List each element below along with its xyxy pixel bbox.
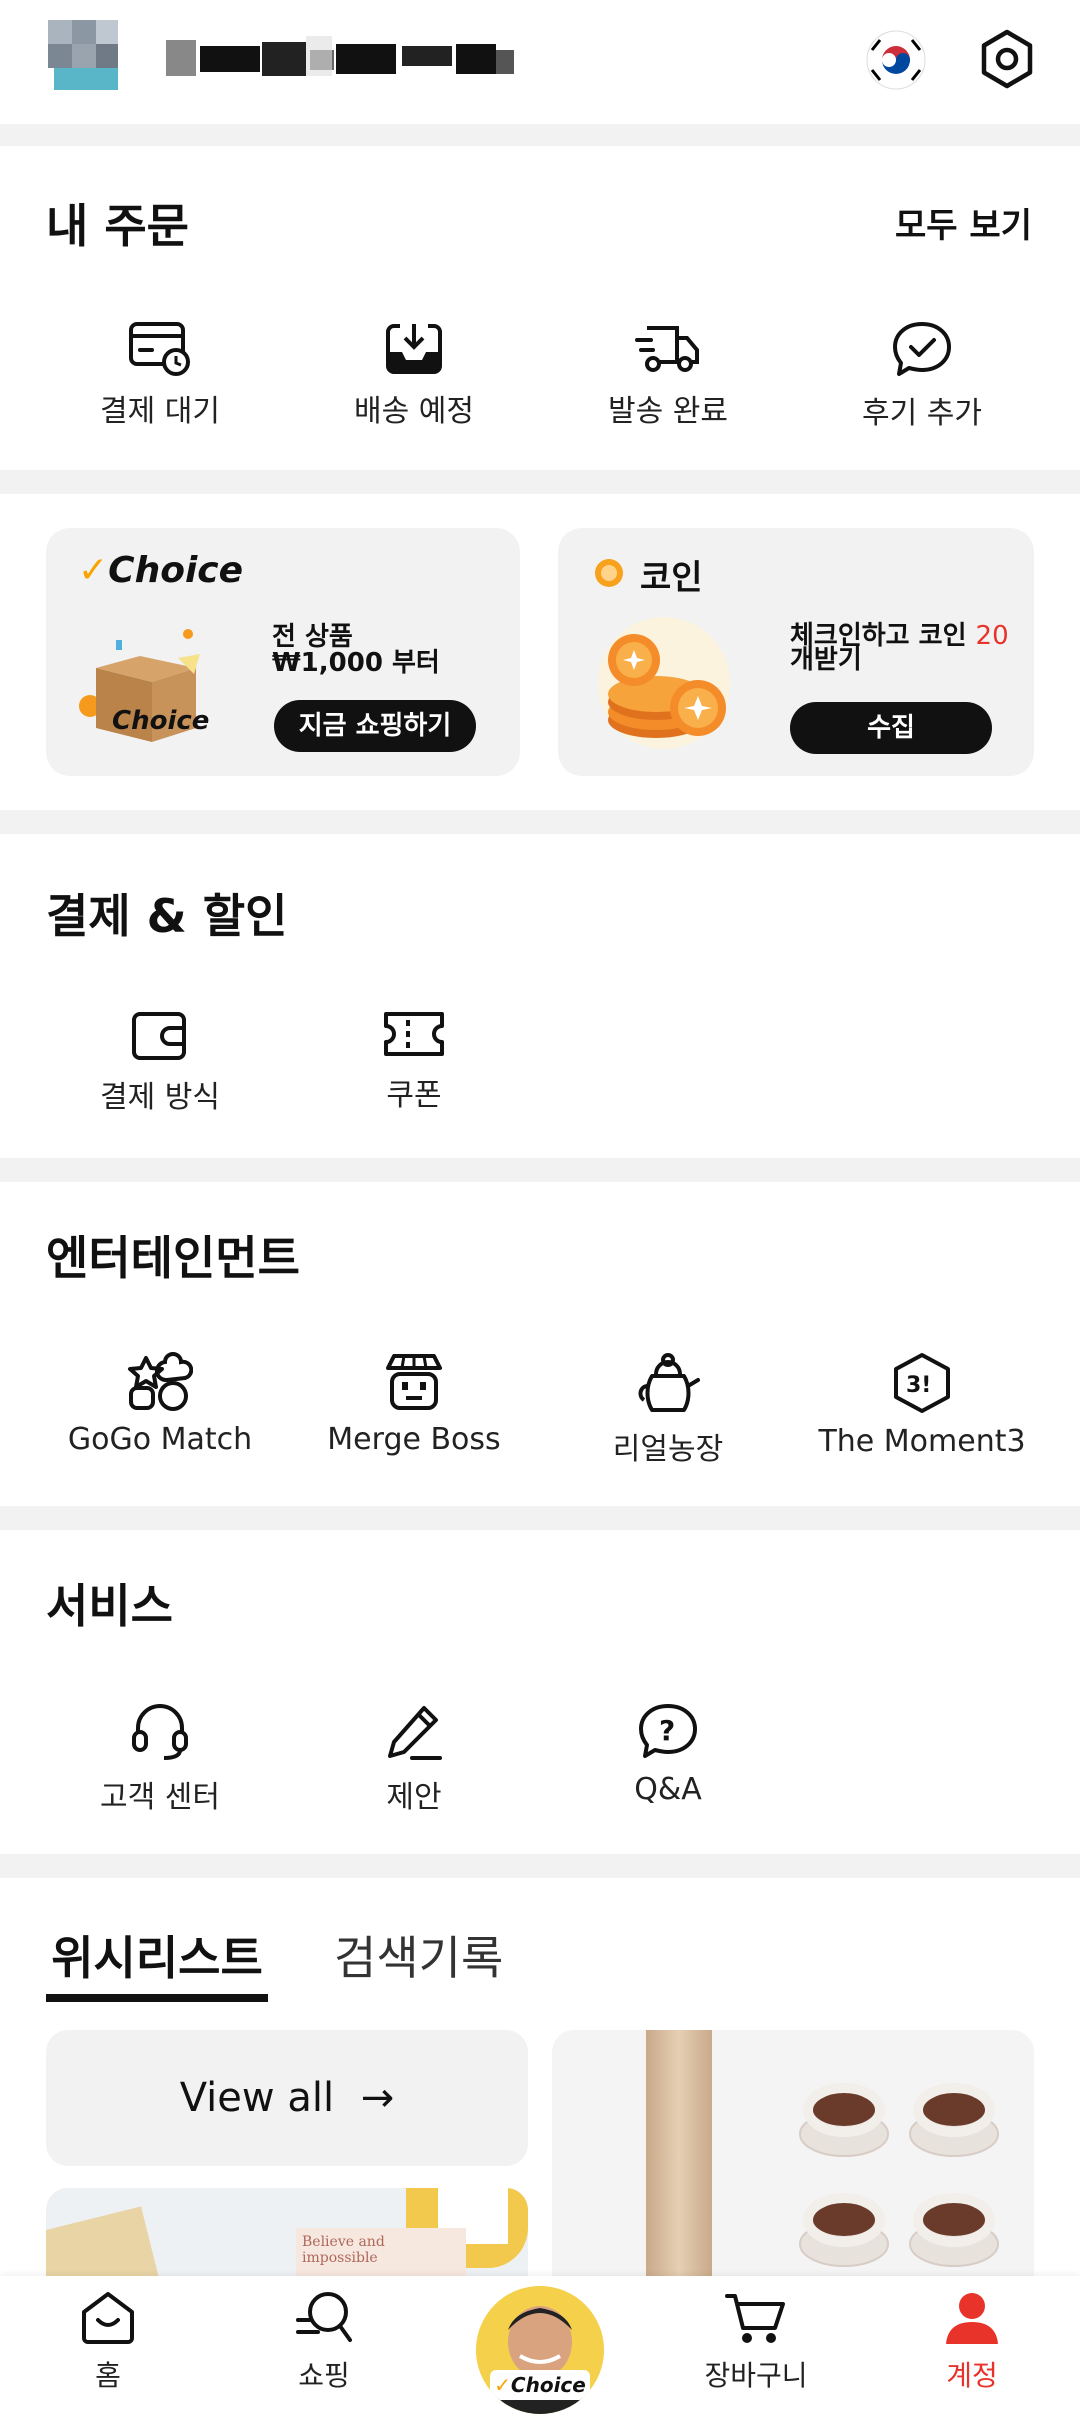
coins-illustration bbox=[594, 608, 734, 758]
real-farm-label: 리얼농장 bbox=[612, 1432, 724, 1467]
services-title: 서비스 bbox=[46, 1579, 173, 1633]
choice-box-illustration: Choice bbox=[78, 628, 210, 748]
coupons-label: 쿠폰 bbox=[386, 1078, 442, 1113]
nav-home[interactable]: 홈 bbox=[0, 2290, 216, 2394]
coin-promo-text: 체크인하고 코인 20개받기 bbox=[790, 621, 1020, 675]
game-gogo-match[interactable]: GoGo Match bbox=[33, 1352, 287, 1457]
nav-shopping-label: 쇼핑 bbox=[298, 2359, 350, 2392]
gogo-match-label: GoGo Match bbox=[67, 1422, 253, 1457]
choice-badge: ✓Choice bbox=[490, 2370, 590, 2400]
headset-icon bbox=[132, 1704, 188, 1760]
nav-choice-label: Choice bbox=[510, 2373, 586, 2397]
coin-promo-card[interactable]: 코인 체크인하고 코인 20개받기 수집 bbox=[558, 528, 1034, 776]
payment-pending-icon bbox=[129, 322, 190, 376]
order-review-label: 후기 추가 bbox=[862, 396, 982, 431]
promo-section: ✓Choice Choice 전 상품 ₩1,000 부터 지금 쇼핑하기 코인 bbox=[0, 494, 1080, 810]
watering-can-icon bbox=[638, 1353, 700, 1412]
choice-box-text: Choice bbox=[112, 706, 210, 736]
to-ship-icon bbox=[386, 324, 442, 374]
game-real-farm[interactable]: 리얼농장 bbox=[541, 1352, 795, 1468]
shopping-search-icon bbox=[296, 2292, 352, 2342]
tab-wishlist[interactable]: 위시리스트 bbox=[46, 1922, 268, 2002]
gogo-match-icon bbox=[128, 1352, 193, 1411]
entertainment-section: 엔터테인먼트 GoGo Match Merge Boss 리얼농장 3! The… bbox=[0, 1182, 1080, 1506]
orders-title: 내 주문 bbox=[46, 199, 189, 253]
wallet-icon bbox=[132, 1012, 186, 1060]
tab-active-indicator bbox=[46, 1994, 268, 2002]
nav-cart-label: 장바구니 bbox=[704, 2359, 808, 2392]
question-bubble-icon: ? bbox=[639, 1704, 697, 1758]
coin-promo-tail: 개받기 bbox=[790, 645, 862, 675]
coin-title: 코인 bbox=[640, 558, 703, 598]
username-redacted bbox=[166, 36, 516, 82]
order-pending-payment[interactable]: 결제 대기 bbox=[33, 320, 287, 430]
coupons[interactable]: 쿠폰 bbox=[287, 1008, 541, 1114]
nav-cart[interactable]: 장바구니 bbox=[648, 2290, 864, 2394]
game-the-moment3[interactable]: 3! The Moment3 bbox=[795, 1352, 1049, 1459]
korea-flag-icon[interactable] bbox=[866, 30, 926, 90]
choice-badge-check-icon: ✓ bbox=[494, 2373, 511, 2397]
home-icon bbox=[82, 2292, 134, 2344]
view-all-orders-link[interactable]: 모두 보기 bbox=[895, 198, 1032, 247]
the-moment3-label: The Moment3 bbox=[818, 1424, 1026, 1459]
cart-icon bbox=[725, 2294, 785, 2343]
nav-shopping[interactable]: 쇼핑 bbox=[216, 2290, 432, 2394]
order-shipped[interactable]: 발송 완료 bbox=[541, 320, 795, 430]
coupon-icon bbox=[384, 1012, 444, 1056]
collect-coins-button[interactable]: 수집 bbox=[790, 702, 992, 754]
choice-check-icon: ✓ bbox=[78, 550, 109, 591]
orders-section: 내 주문 모두 보기 결제 대기 배송 예정 발송 완료 후기 추가 bbox=[0, 146, 1080, 470]
game-merge-boss[interactable]: Merge Boss bbox=[287, 1352, 541, 1457]
shipped-truck-icon bbox=[635, 326, 699, 372]
payment-title: 결제 & 할인 bbox=[46, 889, 288, 943]
tab-search-history[interactable]: 검색기록 bbox=[334, 1922, 503, 1988]
coin-amount: 20 bbox=[975, 621, 1009, 651]
order-add-review[interactable]: 후기 추가 bbox=[795, 320, 1049, 432]
nav-choice[interactable]: ✓Choice bbox=[476, 2286, 604, 2414]
payment-methods[interactable]: 결제 방식 bbox=[33, 1008, 287, 1116]
services-section: 서비스 고객 센터 제안 ? Q&A bbox=[0, 1530, 1080, 1854]
nav-account[interactable]: 계정 bbox=[864, 2290, 1080, 2394]
avatar[interactable] bbox=[48, 20, 118, 90]
nav-account-label: 계정 bbox=[946, 2359, 998, 2392]
entertainment-title: 엔터테인먼트 bbox=[46, 1231, 300, 1285]
order-to-ship-label: 배송 예정 bbox=[354, 394, 474, 429]
review-bubble-icon bbox=[893, 322, 951, 376]
view-all-button[interactable]: View all → bbox=[46, 2030, 528, 2166]
profile-header bbox=[0, 0, 1080, 124]
suggestion-label: 제안 bbox=[386, 1780, 442, 1815]
payment-methods-label: 결제 방식 bbox=[100, 1080, 220, 1115]
coin-small-icon bbox=[594, 558, 624, 588]
qna[interactable]: ? Q&A bbox=[541, 1702, 795, 1807]
moment3-icon: 3! bbox=[894, 1353, 950, 1413]
merge-boss-label: Merge Boss bbox=[327, 1422, 501, 1457]
nav-home-label: 홈 bbox=[95, 2359, 121, 2392]
order-shipped-label: 발송 완료 bbox=[608, 394, 728, 429]
svg-text:?: ? bbox=[659, 1714, 675, 1747]
payment-section: 결제 & 할인 결제 방식 쿠폰 bbox=[0, 834, 1080, 1158]
choice-promo-text: 전 상품 ₩1,000 부터 bbox=[272, 622, 440, 678]
gear-icon[interactable] bbox=[976, 28, 1038, 90]
qna-label: Q&A bbox=[634, 1772, 702, 1807]
svg-text:3!: 3! bbox=[906, 1373, 931, 1398]
view-all-label: View all bbox=[179, 2075, 335, 2121]
account-person-icon bbox=[946, 2293, 998, 2344]
choice-brand: Choice bbox=[108, 550, 244, 591]
order-to-ship[interactable]: 배송 예정 bbox=[287, 320, 541, 430]
tab-wishlist-label: 위시리스트 bbox=[51, 1931, 263, 1985]
suggestion[interactable]: 제안 bbox=[287, 1702, 541, 1816]
order-pending-label: 결제 대기 bbox=[100, 394, 220, 429]
customer-center[interactable]: 고객 센터 bbox=[33, 1702, 287, 1816]
choice-logo: ✓Choice bbox=[78, 550, 243, 591]
arrow-right-icon: → bbox=[360, 2075, 395, 2121]
shop-now-button[interactable]: 지금 쇼핑하기 bbox=[274, 700, 476, 752]
pencil-icon bbox=[388, 1706, 442, 1760]
customer-center-label: 고객 센터 bbox=[100, 1780, 220, 1815]
merge-boss-icon bbox=[386, 1354, 442, 1410]
product-card-text: Believe and impossible bbox=[302, 2234, 385, 2266]
choice-promo-card[interactable]: ✓Choice Choice 전 상품 ₩1,000 부터 지금 쇼핑하기 bbox=[46, 528, 520, 776]
